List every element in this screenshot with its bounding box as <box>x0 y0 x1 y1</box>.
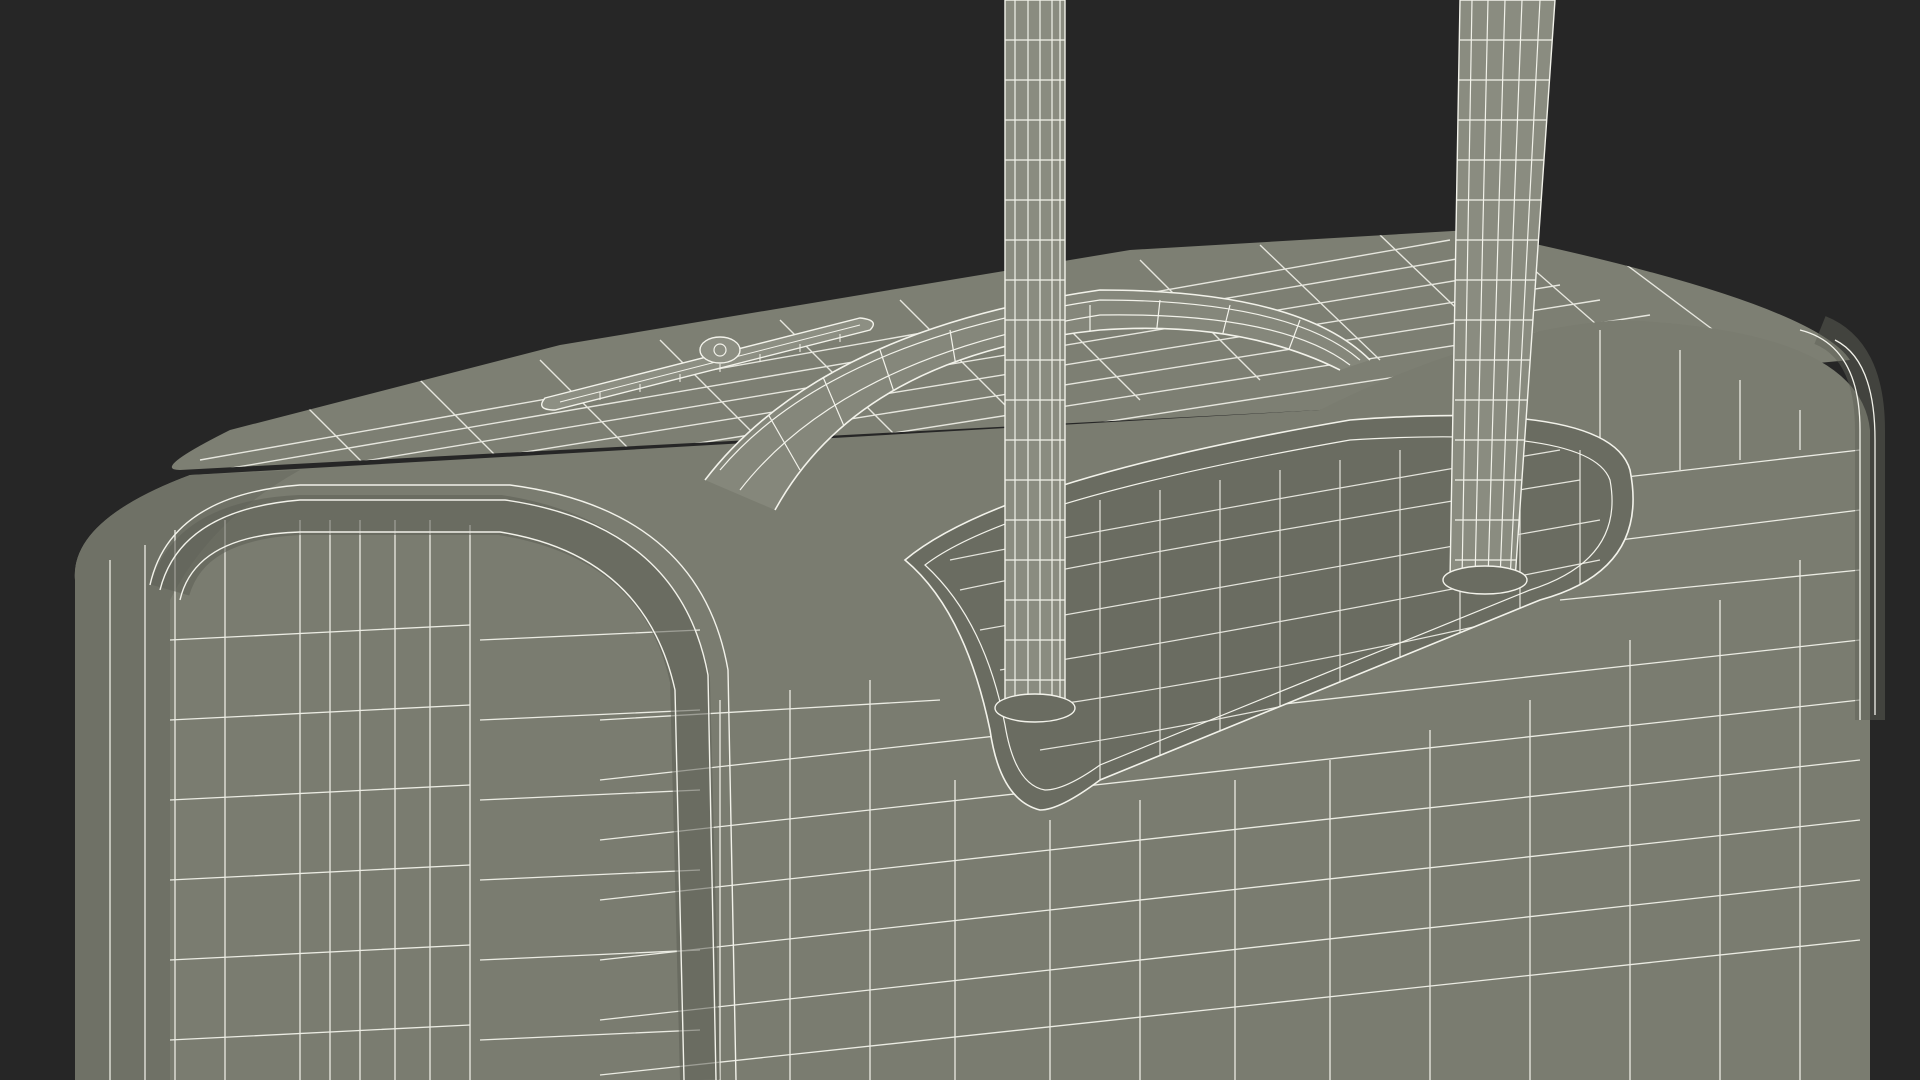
render-viewport <box>0 0 1920 1080</box>
suitcase-wireframe-render <box>0 0 1920 1080</box>
telescoping-handle-left <box>1004 0 1066 711</box>
